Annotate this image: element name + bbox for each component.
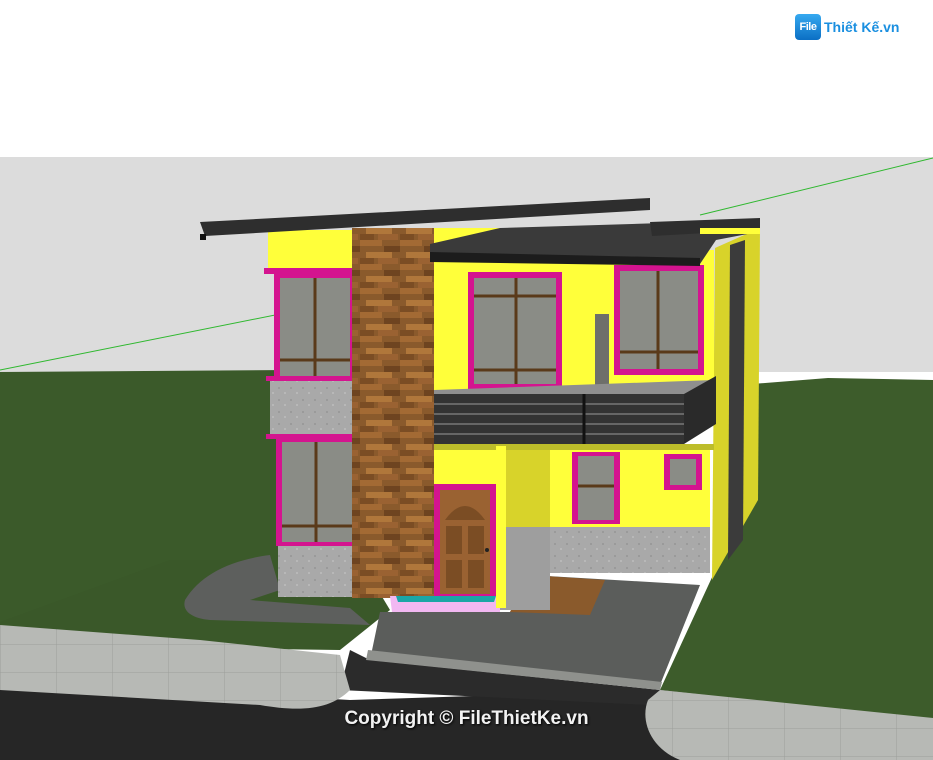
- balcony-door: [595, 314, 609, 394]
- sky: [0, 0, 933, 157]
- house-render-scene: [0, 0, 933, 760]
- left-block-top: [268, 230, 354, 272]
- garage-opening: [506, 445, 550, 527]
- copyright-watermark: Copyright © FileThietKe.vn: [344, 708, 589, 729]
- roof-right-beam: [700, 228, 760, 234]
- porch-column: [496, 446, 506, 608]
- left-upper-band: [264, 268, 354, 274]
- right-base: [548, 525, 710, 573]
- garage-base: [500, 525, 550, 610]
- balcony-underside: [434, 444, 714, 450]
- site-logo: File Thiết Kế.vn: [795, 14, 899, 40]
- wood-column: [352, 228, 434, 598]
- window-glass-lower-right: [670, 459, 696, 485]
- logo-text: Thiết Kế.vn: [824, 19, 900, 35]
- side-wall-dark: [728, 240, 745, 560]
- window-glass-lower-mid: [578, 456, 614, 520]
- left-stone-band: [270, 378, 354, 436]
- left-base: [278, 545, 356, 597]
- logo-badge: File: [795, 14, 821, 40]
